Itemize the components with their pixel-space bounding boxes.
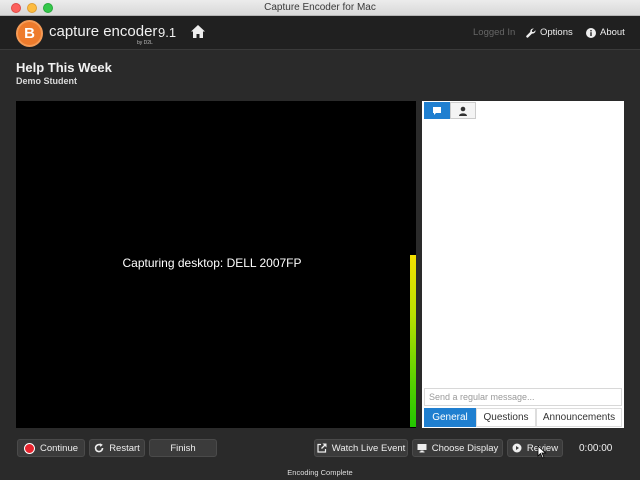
chat-message-input[interactable]: [424, 388, 622, 406]
tab-chat[interactable]: [424, 102, 450, 119]
choose-display-label: Choose Display: [431, 442, 499, 454]
finish-button[interactable]: Finish: [149, 439, 217, 457]
options-label: Options: [540, 27, 573, 38]
continue-button[interactable]: Continue: [17, 439, 85, 457]
wrench-icon: [526, 27, 536, 38]
tab-general[interactable]: General: [424, 408, 476, 427]
restart-button[interactable]: Restart: [89, 439, 145, 457]
logged-in-status: Logged In: [473, 27, 515, 38]
chat-category-tabs: General Questions Announcements: [424, 408, 622, 427]
tab-questions[interactable]: Questions: [476, 408, 536, 427]
home-icon[interactable]: [191, 25, 205, 38]
watch-live-event-button[interactable]: Watch Live Event: [314, 439, 408, 457]
options-link[interactable]: Options: [526, 27, 573, 38]
capture-preview: Capturing desktop: DELL 2007FP: [16, 101, 416, 428]
user-icon: [459, 106, 467, 116]
chat-panel: General Questions Announcements: [422, 101, 624, 428]
app-header: B capture encoder by D2L 9.1 Logged In O…: [0, 16, 640, 50]
window-titlebar: Capture Encoder for Mac: [0, 0, 640, 16]
logged-in-label: Logged In: [473, 27, 516, 38]
tab-participants[interactable]: [450, 102, 476, 119]
review-button[interactable]: Review: [507, 439, 563, 457]
restart-label: Restart: [109, 442, 140, 454]
monitor-icon: [417, 444, 427, 453]
about-link[interactable]: About: [586, 27, 625, 38]
app-version: 9.1: [158, 25, 177, 40]
record-dot-icon: [23, 442, 35, 454]
window-title: Capture Encoder for Mac: [264, 2, 376, 13]
page-title: Help This Week: [16, 60, 112, 75]
about-label: About: [600, 27, 625, 38]
restart-icon: [94, 443, 104, 453]
encoding-status: Encoding Complete: [287, 468, 353, 477]
recording-timer: 0:00:00: [579, 443, 613, 454]
brand-logo-icon: B: [16, 20, 43, 47]
page-subtitle: Demo Student: [16, 76, 78, 86]
continue-label: Continue: [39, 442, 79, 454]
watch-live-event-label: Watch Live Event: [331, 442, 406, 454]
audio-level-meter: [410, 255, 416, 427]
play-circle-icon: [512, 443, 522, 453]
external-link-icon: [317, 443, 327, 453]
chat-bubble-icon: [433, 106, 441, 115]
brand-name: capture encoder: [49, 23, 158, 40]
tab-announcements[interactable]: Announcements: [536, 408, 622, 427]
capture-status-text: Capturing desktop: DELL 2007FP: [122, 256, 302, 270]
finish-label: Finish: [170, 442, 196, 454]
brand-by-label: by D2L: [137, 40, 153, 46]
mouse-cursor-icon: [537, 445, 547, 459]
choose-display-button[interactable]: Choose Display: [412, 439, 503, 457]
info-icon: [586, 27, 596, 38]
chat-tabs: [424, 102, 476, 120]
